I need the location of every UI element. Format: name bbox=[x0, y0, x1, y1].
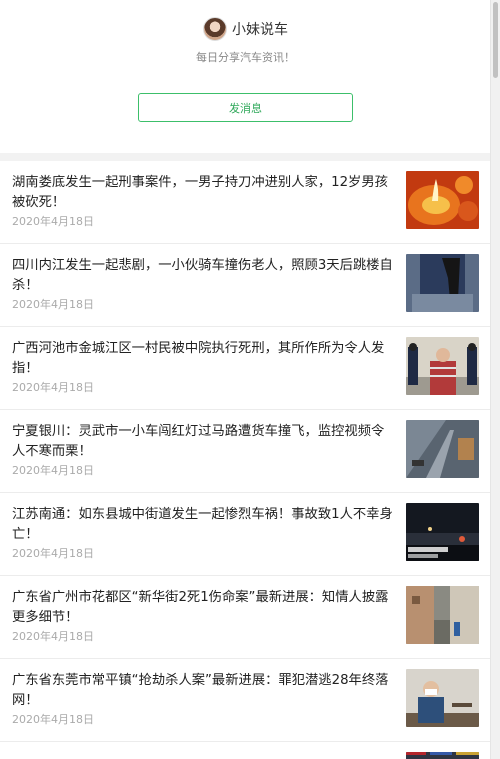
article-date: 2020年4月18日 bbox=[12, 464, 94, 477]
list-item[interactable]: 广东省广州市花都区“新华街2死1伤命案”最新进展：知情人披露更多细节！ 2020… bbox=[0, 576, 491, 659]
article-thumbnail[interactable] bbox=[406, 420, 479, 478]
article-list: 湖南娄底发生一起刑事案件，一男子持刀冲进别人家，12岁男孩被砍死！ 2020年4… bbox=[0, 161, 491, 759]
send-message-button[interactable]: 发消息 bbox=[138, 93, 353, 122]
article-title[interactable]: 四川内江发生一起悲剧，一小伙骑车撞伤老人，照顾3天后跳楼自杀！ bbox=[12, 256, 394, 296]
article-thumbnail[interactable] bbox=[406, 586, 479, 644]
article-date: 2020年4月18日 bbox=[12, 215, 94, 228]
scrollbar-thumb[interactable] bbox=[493, 2, 498, 78]
profile-top: 小妹说车 bbox=[0, 17, 491, 41]
article-title[interactable]: 江苏南通：如东县城中街道发生一起惨烈车祸！事故致1人不幸身亡！ bbox=[12, 505, 394, 545]
profile-header: 小妹说车 每日分享汽车资讯！ 发消息 bbox=[0, 0, 491, 153]
article-thumbnail[interactable] bbox=[406, 752, 479, 759]
page: 小妹说车 每日分享汽车资讯！ 发消息 湖南娄底发生一起刑事案件，一男子持刀冲进别… bbox=[0, 0, 500, 759]
list-item[interactable]: 广东省东莞市常平镇“抢劫杀人案”最新进展：罪犯潜逃28年终落网！ 2020年4月… bbox=[0, 659, 491, 742]
list-item[interactable] bbox=[0, 742, 491, 759]
article-date: 2020年4月18日 bbox=[12, 547, 94, 560]
article-date: 2020年4月18日 bbox=[12, 298, 94, 311]
list-item[interactable]: 江苏南通：如东县城中街道发生一起惨烈车祸！事故致1人不幸身亡！ 2020年4月1… bbox=[0, 493, 491, 576]
scrollbar[interactable] bbox=[490, 0, 500, 759]
profile-description: 每日分享汽车资讯！ bbox=[196, 51, 295, 64]
list-item[interactable]: 宁夏银川：灵武市一小车闯红灯过马路遭货车撞飞，监控视频令人不寒而栗！ 2020年… bbox=[0, 410, 491, 493]
avatar[interactable] bbox=[203, 17, 227, 41]
article-title[interactable]: 广东省东莞市常平镇“抢劫杀人案”最新进展：罪犯潜逃28年终落网！ bbox=[12, 671, 394, 711]
article-title[interactable]: 湖南娄底发生一起刑事案件，一男子持刀冲进别人家，12岁男孩被砍死！ bbox=[12, 173, 394, 213]
list-item[interactable]: 湖南娄底发生一起刑事案件，一男子持刀冲进别人家，12岁男孩被砍死！ 2020年4… bbox=[0, 161, 491, 244]
article-title[interactable]: 广东省广州市花都区“新华街2死1伤命案”最新进展：知情人披露更多细节！ bbox=[12, 588, 394, 628]
article-thumbnail[interactable] bbox=[406, 171, 479, 229]
article-thumbnail[interactable] bbox=[406, 503, 479, 561]
list-item[interactable]: 广西河池市金城江区一村民被中院执行死刑，其所作所为令人发指！ 2020年4月18… bbox=[0, 327, 491, 410]
content: 小妹说车 每日分享汽车资讯！ 发消息 湖南娄底发生一起刑事案件，一男子持刀冲进别… bbox=[0, 0, 491, 759]
article-thumbnail[interactable] bbox=[406, 337, 479, 395]
list-item[interactable]: 四川内江发生一起悲剧，一小伙骑车撞伤老人，照顾3天后跳楼自杀！ 2020年4月1… bbox=[0, 244, 491, 327]
profile-name[interactable]: 小妹说车 bbox=[232, 19, 288, 39]
article-date: 2020年4月18日 bbox=[12, 713, 94, 726]
divider bbox=[0, 153, 491, 161]
article-title[interactable]: 广西河池市金城江区一村民被中院执行死刑，其所作所为令人发指！ bbox=[12, 339, 394, 379]
article-thumbnail[interactable] bbox=[406, 669, 479, 727]
article-title[interactable]: 宁夏银川：灵武市一小车闯红灯过马路遭货车撞飞，监控视频令人不寒而栗！ bbox=[12, 422, 394, 462]
article-date: 2020年4月18日 bbox=[12, 630, 94, 643]
article-date: 2020年4月18日 bbox=[12, 381, 94, 394]
article-thumbnail[interactable] bbox=[406, 254, 479, 312]
